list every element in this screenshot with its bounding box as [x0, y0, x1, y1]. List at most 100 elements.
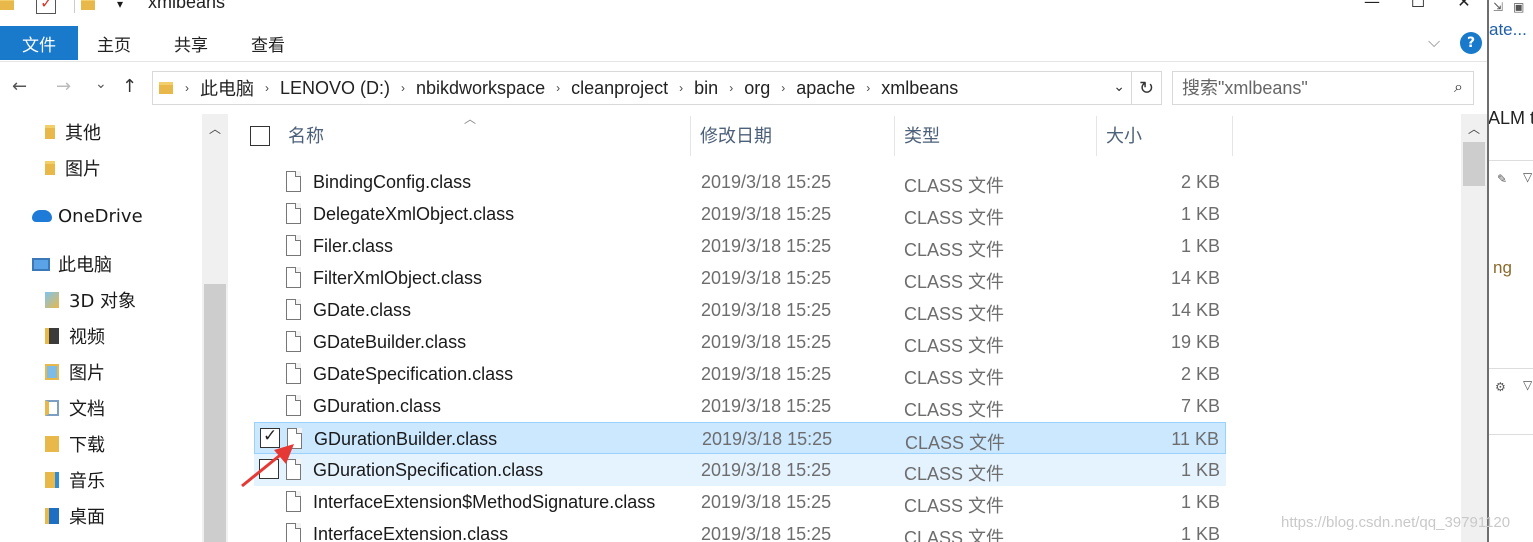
class-file-icon: [286, 267, 301, 288]
sidebar-item-label: 文档: [69, 399, 105, 420]
refresh-icon[interactable]: ↻: [1131, 72, 1161, 104]
sidebar-item-pictures[interactable]: 图片: [45, 357, 105, 387]
sidebar-item-desktop[interactable]: 桌面: [45, 501, 105, 531]
sidebar-item-other[interactable]: 其他: [45, 117, 101, 147]
column-divider[interactable]: [894, 116, 895, 156]
file-row[interactable]: GDateBuilder.class 2019/3/18 15:25 CLASS 文…: [254, 326, 1226, 358]
class-file-icon: [286, 171, 301, 192]
column-header-size[interactable]: 大小: [1106, 114, 1230, 156]
file-row[interactable]: InterfaceExtension$MethodSignature.class…: [254, 486, 1226, 518]
file-name: GDateBuilder.class: [313, 332, 467, 352]
recent-locations-chevron-icon[interactable]: ⌄: [95, 76, 107, 92]
tool-icon[interactable]: ✎: [1497, 172, 1507, 186]
column-header-name[interactable]: 名称: [288, 114, 690, 156]
sidebar-item-label: 3D 对象: [69, 291, 137, 312]
class-file-icon: [286, 363, 301, 384]
select-all-checkbox[interactable]: [250, 126, 270, 146]
expand-ribbon-chevron-icon[interactable]: ⌵: [1428, 32, 1440, 52]
column-divider[interactable]: [690, 116, 691, 156]
pin-icon: ⇲: [1493, 0, 1504, 14]
sidebar-item-this-pc[interactable]: 此电脑: [32, 249, 112, 279]
breadcrumb-lenovo-drive[interactable]: LENOVO (D:) ›: [280, 78, 416, 99]
breadcrumb-nbikdworkspace[interactable]: nbikdworkspace ›: [416, 78, 571, 99]
scroll-up-chevron-icon[interactable]: ︿: [1468, 120, 1480, 137]
new-folder-icon[interactable]: [81, 0, 95, 10]
file-row[interactable]: BindingConfig.class 2019/3/18 15:25 CLASS …: [254, 166, 1226, 198]
watermark: https://blog.csdn.net/qq_39791120: [1281, 514, 1511, 531]
background-heading-text: ALM t: [1488, 108, 1533, 128]
file-size: 1 KB: [1180, 236, 1220, 256]
class-file-icon: [286, 395, 301, 416]
sidebar-item-label: 视频: [69, 327, 105, 348]
desktop-folder-icon: [45, 508, 59, 524]
gear-cluster-icon[interactable]: ⚙: [1495, 380, 1506, 394]
file-name: BindingConfig.class: [313, 172, 472, 192]
search-icon[interactable]: ⌕: [1454, 72, 1463, 104]
sidebar-item-3d-objects[interactable]: 3D 对象: [45, 285, 136, 315]
file-row[interactable]: Filer.class 2019/3/18 15:25 CLASS 文件 1 KB: [254, 230, 1226, 262]
computer-icon: [32, 257, 50, 271]
file-name: DelegateXmlObject.class: [313, 204, 515, 224]
file-list-scrollbar[interactable]: ︿: [1461, 114, 1487, 542]
breadcrumb-apache[interactable]: apache ›: [796, 78, 881, 99]
column-divider[interactable]: [1096, 116, 1097, 156]
minimize-button[interactable]: —: [1349, 0, 1395, 12]
file-row[interactable]: GDurationSpecification.class 2019/3/18 15…: [254, 454, 1226, 486]
background-link-text[interactable]: ate...: [1489, 20, 1527, 40]
tab-share[interactable]: 共享: [174, 26, 208, 60]
tab-file[interactable]: 文件: [0, 26, 78, 60]
address-dropdown-chevron-icon[interactable]: ⌄: [1113, 78, 1125, 95]
sidebar-item-music[interactable]: 音乐: [45, 465, 105, 495]
file-date-modified: 2019/3/18 15:25: [701, 332, 832, 352]
sidebar-item-pictures-quick[interactable]: 图片: [45, 153, 101, 183]
help-icon[interactable]: ?: [1460, 32, 1482, 54]
close-button[interactable]: ✕: [1441, 0, 1487, 12]
sidebar-scrollbar-thumb[interactable]: [204, 284, 226, 542]
column-divider[interactable]: [1232, 116, 1233, 156]
column-header-date-modified[interactable]: 修改日期: [700, 114, 894, 156]
file-row[interactable]: GDurationBuilder.class 2019/3/18 15:25 CLA…: [254, 422, 1226, 454]
file-row[interactable]: FilterXmlObject.class 2019/3/18 15:25 CLAS…: [254, 262, 1226, 294]
sidebar-item-onedrive[interactable]: OneDrive: [32, 201, 143, 231]
sidebar-scrollbar[interactable]: ︿: [202, 114, 228, 542]
background-window: ⇲ ▣ ate... ALM t ✎ ▽ ng ⚙ ▽: [1487, 0, 1533, 542]
up-arrow-icon[interactable]: ↑: [122, 76, 137, 97]
file-date-modified: 2019/3/18 15:25: [701, 396, 832, 416]
file-list-scrollbar-thumb[interactable]: [1463, 142, 1485, 186]
address-bar[interactable]: › 此电脑 › LENOVO (D:) › nbikdworkspace › clea…: [152, 71, 1162, 105]
ribbon: 文件 主页 共享 查看 ⌵ ?: [0, 24, 1487, 62]
class-file-icon: [286, 331, 301, 352]
maximize-button[interactable]: ☐: [1395, 0, 1441, 12]
file-size: 2 KB: [1180, 172, 1220, 192]
breadcrumb-separator[interactable]: ›: [185, 81, 189, 95]
customize-toolbar-dropdown-icon[interactable]: ▾: [117, 0, 123, 11]
file-row[interactable]: InterfaceExtension.class 2019/3/18 15:25 C…: [254, 518, 1226, 542]
breadcrumb-org[interactable]: org ›: [744, 78, 796, 99]
search-input[interactable]: 搜索"xmlbeans" ⌕: [1172, 71, 1474, 105]
quick-access-toolbar: ▾: [0, 0, 145, 16]
properties-check-icon[interactable]: [36, 0, 56, 14]
sidebar-item-documents[interactable]: 文档: [45, 393, 105, 423]
class-file-icon: [286, 523, 301, 542]
class-file-icon: [286, 203, 301, 224]
breadcrumb-xmlbeans[interactable]: xmlbeans: [881, 78, 958, 99]
pictures-folder-icon: [45, 364, 59, 380]
sidebar-item-downloads[interactable]: 下载: [45, 429, 105, 459]
sidebar-item-label: 其他: [65, 123, 101, 144]
tab-view[interactable]: 查看: [251, 26, 285, 60]
scroll-up-chevron-icon[interactable]: ︿: [209, 120, 221, 137]
breadcrumb-this-pc[interactable]: 此电脑 ›: [200, 75, 280, 101]
column-header-type[interactable]: 类型: [904, 114, 1096, 156]
file-row[interactable]: GDuration.class 2019/3/18 15:25 CLASS 文件 7 …: [254, 390, 1226, 422]
file-row[interactable]: DelegateXmlObject.class 2019/3/18 15:25 CL…: [254, 198, 1226, 230]
breadcrumb-bin[interactable]: bin ›: [694, 78, 744, 99]
file-row[interactable]: GDateSpecification.class 2019/3/18 15:25 C…: [254, 358, 1226, 390]
tab-home[interactable]: 主页: [97, 26, 131, 60]
sidebar-item-videos[interactable]: 视频: [45, 321, 105, 351]
forward-arrow-icon[interactable]: →: [56, 76, 71, 97]
view-menu-chevron-icon[interactable]: ▽: [1523, 170, 1532, 184]
view-menu-chevron-icon[interactable]: ▽: [1523, 378, 1532, 392]
breadcrumb-cleanproject[interactable]: cleanproject ›: [571, 78, 694, 99]
back-arrow-icon[interactable]: ←: [12, 76, 27, 97]
file-row[interactable]: GDate.class 2019/3/18 15:25 CLASS 文件 14 KB: [254, 294, 1226, 326]
